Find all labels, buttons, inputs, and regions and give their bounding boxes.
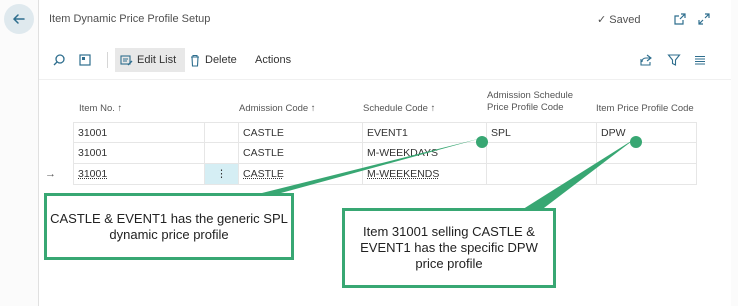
app-frame: Item Dynamic Price Profile Setup ✓ Saved xyxy=(0,0,738,306)
callout-pointer-right xyxy=(520,138,636,211)
callout-dot-left xyxy=(476,136,488,148)
callout-dot-right xyxy=(630,136,642,148)
callout-right: Item 31001 selling CASTLE & EVENT1 has t… xyxy=(342,208,556,288)
callout-pointer-left xyxy=(250,138,482,196)
callout-left: CASTLE & EVENT1 has the generic SPL dyna… xyxy=(44,193,294,260)
